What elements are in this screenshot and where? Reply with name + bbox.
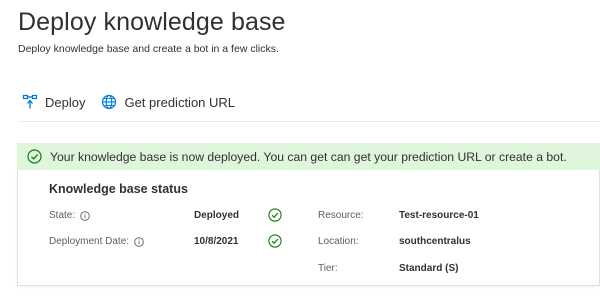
success-check-icon: [27, 149, 42, 164]
status-card-title: Knowledge base status: [49, 182, 188, 196]
toolbar-divider: [18, 121, 600, 122]
get-prediction-url-button[interactable]: Get prediction URL: [101, 94, 235, 110]
resource-value: Test-resource-01: [399, 210, 479, 221]
toolbar: Deploy Get prediction URL: [22, 92, 235, 112]
location-value: southcentralus: [399, 236, 471, 247]
location-label: Location:: [318, 236, 359, 247]
deploy-button[interactable]: Deploy: [22, 94, 85, 110]
resource-label: Resource:: [318, 210, 364, 221]
get-prediction-url-label: Get prediction URL: [124, 94, 236, 110]
deployment-date-label-text: Deployment Date:: [49, 236, 130, 247]
state-label-text: State:: [49, 210, 76, 221]
deployment-date-value: 10/8/2021: [194, 236, 239, 247]
success-banner: Your knowledge base is now deployed. You…: [17, 143, 600, 170]
globe-icon: [101, 94, 117, 110]
page-subtitle: Deploy knowledge base and create a bot i…: [18, 43, 279, 55]
deployment-date-check-icon: [268, 234, 282, 248]
state-value: Deployed: [194, 210, 240, 221]
info-icon[interactable]: [80, 210, 90, 221]
tier-label: Tier:: [318, 263, 338, 274]
deploy-icon: [22, 94, 38, 110]
deploy-label: Deploy: [45, 94, 86, 110]
state-label: State:: [49, 210, 90, 221]
banner-message: Your knowledge base is now deployed. You…: [50, 149, 567, 164]
state-check-icon: [268, 208, 282, 222]
tier-value: Standard (S): [399, 263, 459, 274]
status-card: Knowledge base status State: Deployed Re…: [17, 170, 600, 286]
deployment-date-label: Deployment Date:: [49, 236, 144, 247]
page-title: Deploy knowledge base: [18, 8, 286, 36]
info-icon[interactable]: [134, 236, 144, 247]
